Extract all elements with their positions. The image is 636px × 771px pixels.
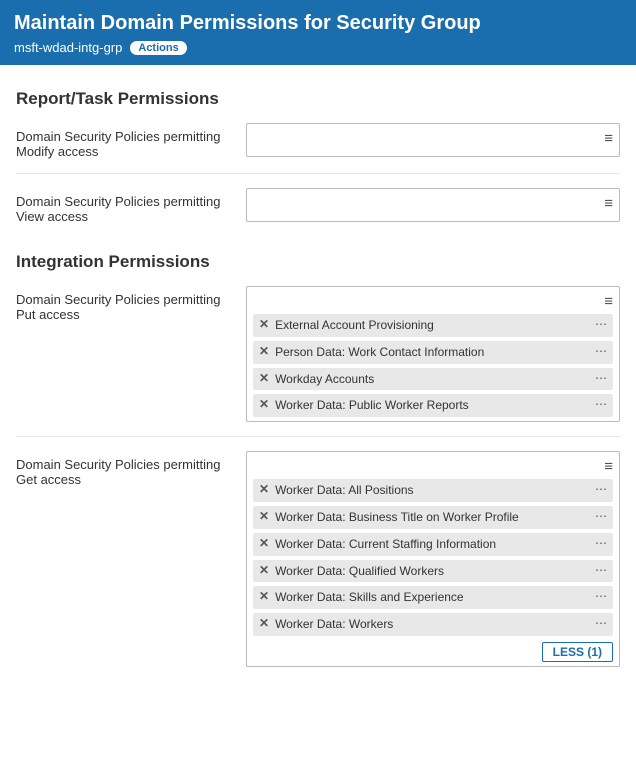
tag-item: ✕ Worker Data: Skills and Experience ⋯ [253, 586, 613, 609]
view-access-input[interactable]: ≡ [246, 188, 620, 222]
list-icon-view[interactable]: ≡ [604, 195, 613, 212]
put-access-row: Domain Security Policies permitting Put … [16, 286, 620, 437]
tag-remove-btn[interactable]: ✕ [259, 616, 269, 630]
tag-item: ✕ External Account Provisioning ⋯ [253, 314, 613, 337]
tag-item: ✕ Worker Data: All Positions ⋯ [253, 479, 613, 502]
tag-item: ✕ Worker Data: Current Staffing Informat… [253, 533, 613, 556]
put-access-input[interactable]: ≡ ✕ External Account Provisioning ⋯ ✕ Pe… [246, 286, 620, 422]
list-icon-put[interactable]: ≡ [604, 293, 613, 310]
tag-item: ✕ Worker Data: Workers ⋯ [253, 613, 613, 636]
tag-item: ✕ Worker Data: Public Worker Reports ⋯ [253, 394, 613, 417]
security-group-name: msft-wdad-intg-grp [14, 40, 122, 55]
tag-remove-btn[interactable]: ✕ [259, 317, 269, 331]
get-access-row: Domain Security Policies permitting Get … [16, 451, 620, 681]
tag-remove-btn[interactable]: ✕ [259, 563, 269, 577]
tag-more-btn[interactable]: ⋯ [595, 371, 607, 385]
tag-more-btn[interactable]: ⋯ [595, 616, 607, 630]
tag-text: Worker Data: Workers [275, 616, 591, 633]
tag-more-btn[interactable]: ⋯ [595, 317, 607, 331]
tag-text: Worker Data: Business Title on Worker Pr… [275, 509, 591, 526]
page-header: Maintain Domain Permissions for Security… [0, 0, 636, 65]
tag-item: ✕ Person Data: Work Contact Information … [253, 341, 613, 364]
tag-remove-btn[interactable]: ✕ [259, 371, 269, 385]
tag-text: External Account Provisioning [275, 317, 591, 334]
tag-more-btn[interactable]: ⋯ [595, 589, 607, 603]
tag-item: ✕ Worker Data: Qualified Workers ⋯ [253, 560, 613, 583]
tag-remove-btn[interactable]: ✕ [259, 344, 269, 358]
tag-remove-btn[interactable]: ✕ [259, 536, 269, 550]
page-title: Maintain Domain Permissions for Security… [14, 10, 622, 36]
tag-text: Worker Data: Public Worker Reports [275, 397, 591, 414]
tag-text: Worker Data: Skills and Experience [275, 589, 591, 606]
integration-section: Integration Permissions Domain Security … [16, 252, 620, 681]
tag-more-btn[interactable]: ⋯ [595, 509, 607, 523]
tag-remove-btn[interactable]: ✕ [259, 482, 269, 496]
tag-item: ✕ Workday Accounts ⋯ [253, 368, 613, 391]
main-content: Report/Task Permissions Domain Security … [0, 65, 636, 709]
tag-text: Worker Data: Current Staffing Informatio… [275, 536, 591, 553]
tag-text: Worker Data: All Positions [275, 482, 591, 499]
modify-access-row: Domain Security Policies permitting Modi… [16, 123, 620, 174]
tag-remove-btn[interactable]: ✕ [259, 509, 269, 523]
tag-remove-btn[interactable]: ✕ [259, 589, 269, 603]
modify-access-label: Domain Security Policies permitting Modi… [16, 123, 246, 159]
tag-more-btn[interactable]: ⋯ [595, 563, 607, 577]
tag-item: ✕ Worker Data: Business Title on Worker … [253, 506, 613, 529]
list-icon-get[interactable]: ≡ [604, 458, 613, 475]
tag-text: Person Data: Work Contact Information [275, 344, 591, 361]
view-access-label: Domain Security Policies permitting View… [16, 188, 246, 224]
tag-text: Worker Data: Qualified Workers [275, 563, 591, 580]
put-access-label: Domain Security Policies permitting Put … [16, 286, 246, 322]
tag-remove-btn[interactable]: ✕ [259, 397, 269, 411]
tag-more-btn[interactable]: ⋯ [595, 344, 607, 358]
less-button[interactable]: LESS (1) [542, 642, 613, 662]
tag-text: Workday Accounts [275, 371, 591, 388]
tag-more-btn[interactable]: ⋯ [595, 397, 607, 411]
actions-button[interactable]: Actions [130, 41, 186, 55]
get-access-input[interactable]: ≡ ✕ Worker Data: All Positions ⋯ ✕ Worke… [246, 451, 620, 667]
report-task-title: Report/Task Permissions [16, 89, 620, 109]
integration-title: Integration Permissions [16, 252, 620, 272]
view-access-row: Domain Security Policies permitting View… [16, 188, 620, 238]
tag-more-btn[interactable]: ⋯ [595, 482, 607, 496]
modify-access-input[interactable]: ≡ [246, 123, 620, 157]
report-task-section: Report/Task Permissions Domain Security … [16, 89, 620, 238]
list-icon-modify[interactable]: ≡ [604, 130, 613, 147]
tag-more-btn[interactable]: ⋯ [595, 536, 607, 550]
get-access-label: Domain Security Policies permitting Get … [16, 451, 246, 487]
